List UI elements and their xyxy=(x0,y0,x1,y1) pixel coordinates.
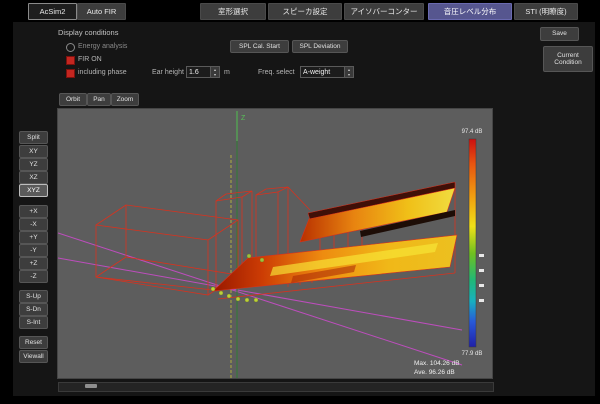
tab-auto-fir[interactable]: Auto FIR xyxy=(77,3,126,20)
pan-button[interactable]: Pan xyxy=(87,93,111,106)
plus-z-button[interactable]: +Z xyxy=(19,257,48,270)
section-int-button[interactable]: S-Int xyxy=(19,316,48,329)
spl-3d-scene: Z xyxy=(58,109,492,378)
energy-analysis-radio[interactable] xyxy=(66,43,75,52)
xyz-view-button[interactable]: XYZ xyxy=(19,184,48,197)
max-spl-value: Max. 104.26 dB xyxy=(414,360,460,367)
tab-speaker-setup[interactable]: スピーカ設定 xyxy=(268,3,342,20)
tab-isobar-contour[interactable]: アイソバーコンター xyxy=(344,3,424,20)
including-phase-checkbox[interactable] xyxy=(66,69,75,78)
spl-cal-start-button[interactable]: SPL Cal. Start xyxy=(230,40,289,53)
ear-height-label: Ear height xyxy=(152,69,184,76)
save-button[interactable]: Save xyxy=(540,27,579,41)
plus-x-button[interactable]: +X xyxy=(19,205,48,218)
colorbar-min-label: 77.9 dB xyxy=(462,351,483,357)
minus-x-button[interactable]: -X xyxy=(19,218,48,231)
z-axis-label: Z xyxy=(241,115,246,122)
including-phase-label: including phase xyxy=(78,69,127,76)
fir-on-label: FIR ON xyxy=(78,56,102,63)
xy-view-button[interactable]: XY xyxy=(19,145,48,158)
tab-sti[interactable]: STI (明瞭度) xyxy=(514,3,578,20)
ave-spl-value: Ave. 96.26 dB xyxy=(414,369,455,376)
scrollbar-thumb[interactable] xyxy=(85,384,97,388)
minus-z-button[interactable]: -Z xyxy=(19,270,48,283)
tab-acsim2[interactable]: AcSim2 xyxy=(28,3,77,20)
tab-spl-distribution[interactable]: 音圧レベル分布 xyxy=(428,3,512,20)
ear-height-spinner[interactable]: ▴ ▾ xyxy=(211,66,220,78)
colorbar-max-label: 97.4 dB xyxy=(462,129,483,135)
freq-select-spinner[interactable]: ▴ ▾ xyxy=(345,66,354,78)
tab-room-shape[interactable]: 室形選択 xyxy=(200,3,266,20)
orbit-button[interactable]: Orbit xyxy=(59,93,87,106)
section-up-button[interactable]: S-Up xyxy=(19,290,48,303)
ear-height-unit: m xyxy=(224,69,230,76)
energy-analysis-label: Energy analysis xyxy=(78,43,127,50)
split-view-button[interactable]: Split xyxy=(19,131,48,144)
3d-viewport[interactable]: Z xyxy=(58,109,492,378)
section-down-button[interactable]: S-Dn xyxy=(19,303,48,316)
spl-deviation-button[interactable]: SPL Deviation xyxy=(292,40,348,53)
freq-select-value[interactable]: A-weight xyxy=(300,66,345,78)
ear-height-value[interactable]: 1.6 xyxy=(186,66,211,78)
yz-view-button[interactable]: YZ xyxy=(19,158,48,171)
viewall-button[interactable]: Viewall xyxy=(19,350,48,363)
plus-y-button[interactable]: +Y xyxy=(19,231,48,244)
fir-on-checkbox[interactable] xyxy=(66,56,75,65)
reset-button[interactable]: Reset xyxy=(19,336,48,349)
spinner-down-icon[interactable]: ▾ xyxy=(345,72,353,77)
minus-y-button[interactable]: -Y xyxy=(19,244,48,257)
viewport-scrollbar[interactable] xyxy=(58,382,494,392)
freq-select-label: Freq. select xyxy=(258,69,295,76)
zoom-button[interactable]: Zoom xyxy=(111,93,139,106)
top-tab-bar: AcSim2 Auto FIR 室形選択 スピーカ設定 アイソバーコンター 音圧… xyxy=(0,0,600,22)
xz-view-button[interactable]: XZ xyxy=(19,171,48,184)
current-condition-button[interactable]: Current Condition xyxy=(543,46,593,72)
display-conditions-title: Display conditions xyxy=(58,28,118,37)
spinner-down-icon[interactable]: ▾ xyxy=(211,72,219,77)
freq-select-dropdown[interactable]: A-weight ▴ ▾ xyxy=(300,66,354,78)
ear-height-field[interactable]: 1.6 ▴ ▾ xyxy=(186,66,220,78)
